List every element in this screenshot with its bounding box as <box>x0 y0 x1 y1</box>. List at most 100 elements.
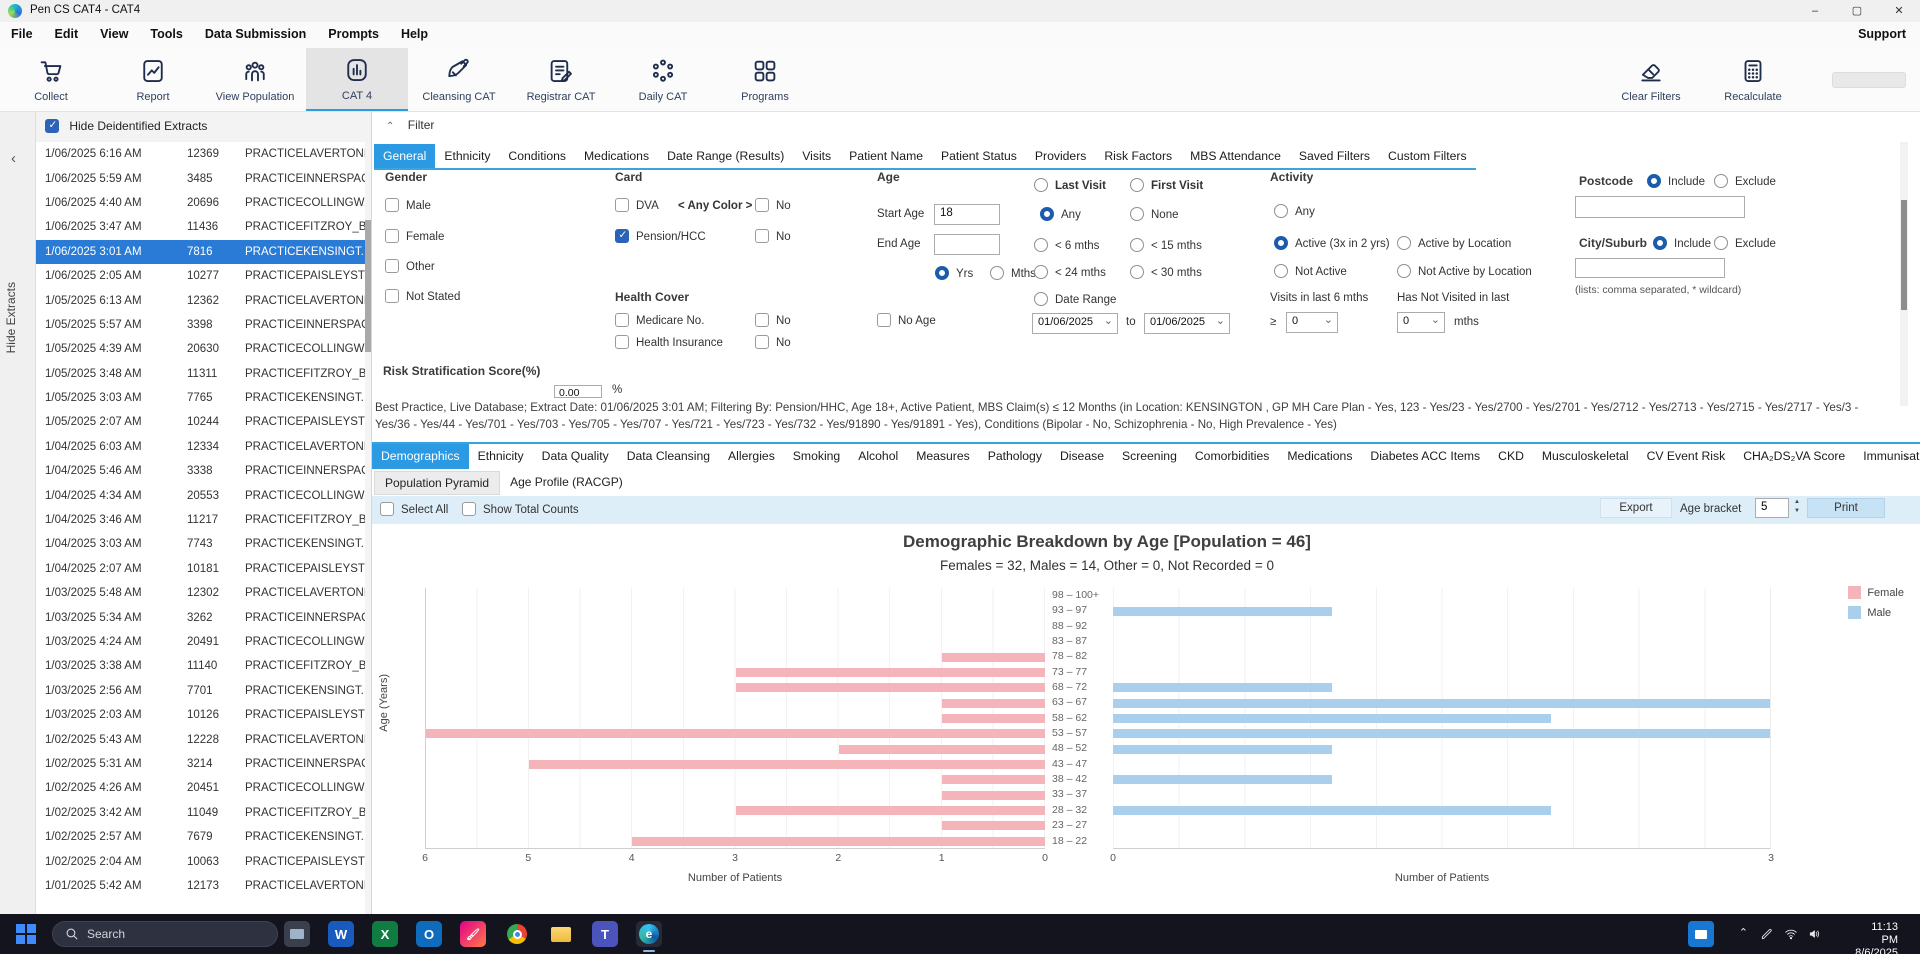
hide-extracts-strip[interactable]: ‹ Hide Extracts <box>0 112 36 914</box>
extract-row[interactable]: 1/04/2025 2:07 AM10181PRACTICEPAISLEYSTR… <box>36 557 371 581</box>
extract-row[interactable]: 1/05/2025 6:13 AM12362PRACTICELAVERTONL.… <box>36 288 371 312</box>
extract-row[interactable]: 1/03/2025 2:03 AM10126PRACTICEPAISLEYSTR… <box>36 703 371 727</box>
extract-list-scrollbar[interactable] <box>365 142 371 914</box>
extract-row[interactable]: 1/04/2025 4:34 AM20553PRACTICECOLLINGW..… <box>36 483 371 507</box>
female-bar[interactable] <box>529 760 1045 769</box>
select-all-checkbox[interactable] <box>380 502 394 516</box>
extract-row[interactable]: 1/06/2025 2:05 AM10277PRACTICEPAISLEYSTR… <box>36 264 371 288</box>
extract-row[interactable]: 1/06/2025 4:40 AM20696PRACTICECOLLINGW..… <box>36 191 371 215</box>
male-bar[interactable] <box>1113 775 1332 784</box>
menu-item-tools[interactable]: Tools <box>139 22 193 46</box>
extract-row[interactable]: 1/05/2025 3:03 AM7765PRACTICEKENSINGT... <box>36 386 371 410</box>
report-tab-diabetes-acc-items[interactable]: Diabetes ACC Items <box>1361 444 1489 469</box>
first-visit-radio[interactable] <box>1130 178 1144 192</box>
filter-tab-medications[interactable]: Medications <box>575 144 658 168</box>
minimize-button[interactable]: – <box>1794 0 1836 22</box>
hide-deidentified-checkbox[interactable] <box>45 119 59 133</box>
menu-item-edit[interactable]: Edit <box>44 22 90 46</box>
edge-icon[interactable]: e <box>636 921 662 947</box>
visit-any-option[interactable]: Any <box>1040 207 1081 221</box>
filter-tab-risk-factors[interactable]: Risk Factors <box>1095 144 1181 168</box>
active-by-location-radio[interactable] <box>1397 236 1411 250</box>
male-bar[interactable] <box>1113 699 1770 708</box>
maximize-button[interactable]: ▢ <box>1836 0 1878 22</box>
filter-tab-custom-filters[interactable]: Custom Filters <box>1379 144 1476 168</box>
visits-count-dropdown[interactable]: 0 <box>1286 312 1338 333</box>
menu-support[interactable]: Support <box>1858 27 1906 41</box>
report-tab-ckd[interactable]: CKD <box>1489 444 1533 469</box>
filter-tab-providers[interactable]: Providers <box>1026 144 1095 168</box>
hidden-icons-chevron[interactable]: ⌃ <box>1739 926 1748 939</box>
menu-item-view[interactable]: View <box>89 22 139 46</box>
card-dva-no-option[interactable]: No <box>755 198 791 212</box>
toolbar-button-recalculate[interactable]: Recalculate <box>1702 48 1804 111</box>
age-yrs-option[interactable]: Yrs <box>935 266 973 280</box>
lt30-radio[interactable] <box>1130 265 1144 279</box>
medicare-no-option[interactable]: No <box>755 313 791 327</box>
extract-row[interactable]: 1/01/2025 5:42 AM12173PRACTICELAVERTONL.… <box>36 874 371 898</box>
female-checkbox[interactable] <box>385 229 399 243</box>
age-bracket-spinner-arrows[interactable]: ▲▼ <box>1791 498 1803 518</box>
city-input[interactable] <box>1575 258 1725 278</box>
extract-row[interactable]: 1/06/2025 5:59 AM3485PRACTICEINNERSPAC..… <box>36 166 371 190</box>
monitor-icon[interactable] <box>284 921 310 947</box>
show-total-counts-checkbox[interactable] <box>462 502 476 516</box>
medicare-checkbox[interactable] <box>615 313 629 327</box>
teams-icon[interactable]: T <box>592 921 618 947</box>
any-color-dropdown[interactable]: < Any Color > <box>678 200 752 212</box>
male-bar[interactable] <box>1113 683 1332 692</box>
activity-any-radio[interactable] <box>1274 204 1288 218</box>
extract-row[interactable]: 1/02/2025 2:57 AM7679PRACTICEKENSINGT... <box>36 825 371 849</box>
report-tab-smoking[interactable]: Smoking <box>784 444 849 469</box>
not-active-radio[interactable] <box>1274 264 1288 278</box>
report-tab-screening[interactable]: Screening <box>1113 444 1186 469</box>
extract-row[interactable]: 1/02/2025 5:31 AM3214PRACTICEINNERSPAC..… <box>36 752 371 776</box>
postcode-input[interactable] <box>1575 196 1745 218</box>
female-bar[interactable] <box>736 683 1046 692</box>
extract-row[interactable]: 1/02/2025 2:04 AM10063PRACTICEPAISLEYSTR… <box>36 849 371 873</box>
health-insurance-checkbox[interactable] <box>615 335 629 349</box>
taskbar-search[interactable]: Search <box>52 921 278 947</box>
report-tab-medications[interactable]: Medications <box>1278 444 1361 469</box>
paint-icon[interactable]: 🖌 <box>460 921 486 947</box>
word-icon[interactable]: W <box>328 921 354 947</box>
medicare-option[interactable]: Medicare No. <box>615 313 704 327</box>
menu-item-prompts[interactable]: Prompts <box>317 22 390 46</box>
report-tab-demographics[interactable]: Demographics <box>372 444 469 469</box>
filter-collapse-icon[interactable]: ⌃ <box>386 121 394 132</box>
extract-row[interactable]: 1/06/2025 6:16 AM12369PRACTICELAVERTONL.… <box>36 142 371 166</box>
dva-checkbox[interactable] <box>615 198 629 212</box>
mths-radio[interactable] <box>990 266 1004 280</box>
card-pension-option[interactable]: Pension/HCC <box>615 229 706 243</box>
first-visit-option[interactable]: First Visit <box>1130 178 1203 192</box>
end-age-input[interactable] <box>934 234 1000 255</box>
medicare-no-checkbox[interactable] <box>755 313 769 327</box>
extract-row[interactable]: 1/06/2025 3:01 AM7816PRACTICEKENSINGT... <box>36 240 371 264</box>
health-insurance-no-option[interactable]: No <box>755 335 791 349</box>
report-tab-measures[interactable]: Measures <box>907 444 979 469</box>
filter-tab-patient-status[interactable]: Patient Status <box>932 144 1026 168</box>
visit-any-radio[interactable] <box>1040 207 1054 221</box>
extract-row[interactable]: 1/02/2025 5:43 AM12228PRACTICELAVERTONL.… <box>36 727 371 751</box>
print-button[interactable]: Print <box>1807 498 1885 518</box>
lt15-radio[interactable] <box>1130 238 1144 252</box>
toolbar-button-view-population[interactable]: View Population <box>204 48 306 111</box>
female-bar[interactable] <box>736 806 1046 815</box>
extract-row[interactable]: 1/03/2025 2:56 AM7701PRACTICEKENSINGT... <box>36 679 371 703</box>
toolbar-button-cleansing-cat[interactable]: Cleansing CAT <box>408 48 510 111</box>
postcode-exclude-option[interactable]: Exclude <box>1714 174 1776 188</box>
start-age-input[interactable]: 18 <box>934 204 1000 225</box>
filter-tab-date-range-results[interactable]: Date Range (Results) <box>658 144 793 168</box>
no-age-option[interactable]: No Age <box>877 313 936 327</box>
lt24-radio[interactable] <box>1034 265 1048 279</box>
toolbar-button-daily-cat[interactable]: Daily CAT <box>612 48 714 111</box>
extract-row[interactable]: 1/02/2025 3:42 AM11049PRACTICEFITZROY_B.… <box>36 801 371 825</box>
female-bar[interactable] <box>426 729 1045 738</box>
city-include-option[interactable]: Include <box>1653 236 1711 250</box>
export-button[interactable]: Export <box>1600 498 1672 518</box>
date-range-radio[interactable] <box>1034 292 1048 306</box>
toolbar-button-clear-filters[interactable]: Clear Filters <box>1600 48 1702 111</box>
filter-tab-visits[interactable]: Visits <box>793 144 840 168</box>
filter-scrollbar[interactable] <box>1900 142 1908 406</box>
female-bar[interactable] <box>942 775 1045 784</box>
